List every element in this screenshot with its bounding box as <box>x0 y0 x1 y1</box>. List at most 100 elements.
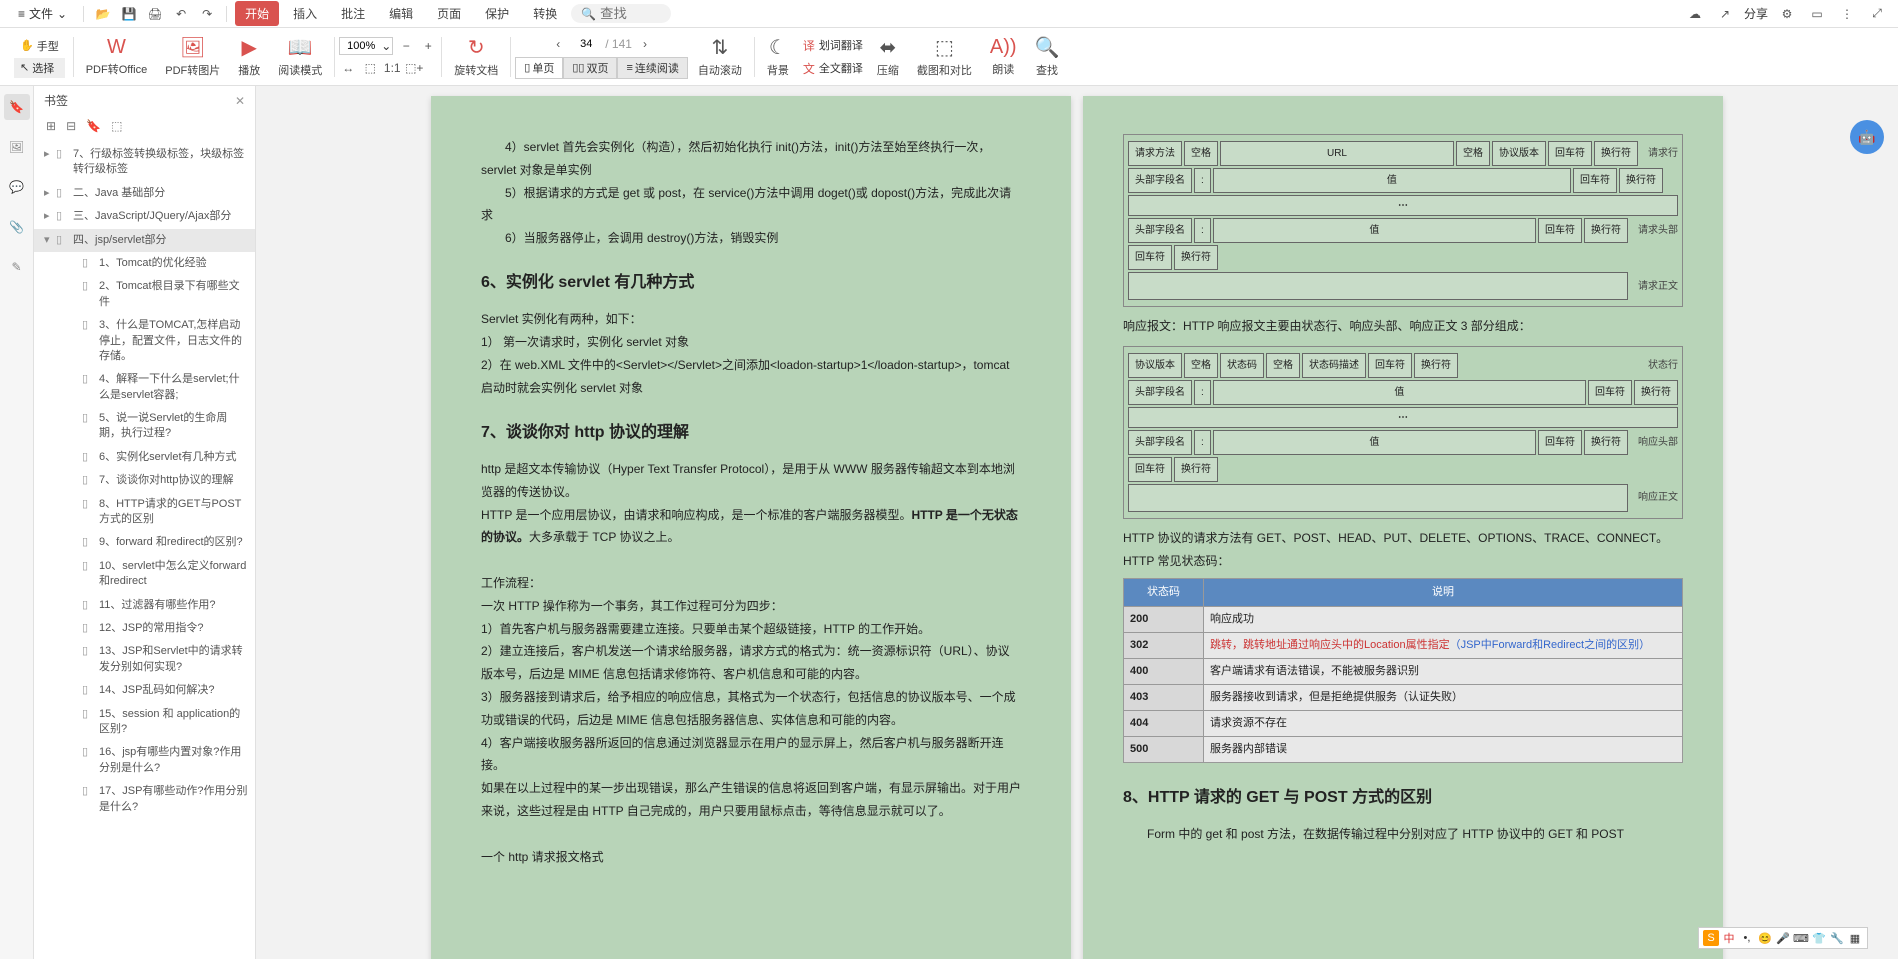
redo-icon[interactable]: ↷ <box>196 3 218 25</box>
tab-insert[interactable]: 插入 <box>283 1 327 26</box>
bookmark-item[interactable]: ▯6、实例化servlet有几种方式 <box>34 446 255 469</box>
bookmark-item[interactable]: ▯12、JSP的常用指令? <box>34 617 255 640</box>
bookmark-item[interactable]: ▯7、谈谈你对http协议的理解 <box>34 469 255 492</box>
bookmark-item[interactable]: ▯8、HTTP请求的GET与POST方式的区别 <box>34 493 255 532</box>
save-icon[interactable]: 💾 <box>118 3 140 25</box>
chevron-down-icon[interactable]: ⌄ <box>381 39 391 53</box>
bookmark-item[interactable]: ▯9、forward 和redirect的区别? <box>34 531 255 554</box>
bookmark-item[interactable]: ▸▯二、Java 基础部分 <box>34 182 255 205</box>
thumbnail-tab-icon[interactable]: 🖼 <box>4 134 30 160</box>
bookmark-item[interactable]: ▯15、session 和 application的区别? <box>34 703 255 742</box>
tab-page[interactable]: 页面 <box>427 1 471 26</box>
read-aloud-button[interactable]: A))朗读 <box>982 34 1025 79</box>
select-tool[interactable]: ↖选择 <box>14 58 65 78</box>
continuous-button[interactable]: ≡连续阅读 <box>617 57 687 79</box>
assistant-float-button[interactable]: 🤖 <box>1850 120 1884 154</box>
expand-all-icon[interactable]: ⊞ <box>46 119 56 133</box>
search-box[interactable]: 🔍 <box>571 4 671 23</box>
fit-width-icon[interactable]: ↔ <box>339 59 357 77</box>
ime-punct-icon[interactable]: •, <box>1739 930 1755 946</box>
compress-button[interactable]: ⬌压缩 <box>869 33 907 80</box>
bookmark-item[interactable]: ▯5、说一说Servlet的生命周期，执行过程? <box>34 407 255 446</box>
expand-icon[interactable]: ▸ <box>44 186 56 201</box>
pdf-to-image-button[interactable]: 🖼PDF转图片 <box>157 33 228 80</box>
hand-tool[interactable]: ✋手型 <box>14 36 65 56</box>
word-translate-button[interactable]: 译划词翻译 <box>799 35 867 56</box>
zoom-out-icon[interactable]: − <box>397 37 415 55</box>
play-button[interactable]: ▶播放 <box>230 33 268 80</box>
bookmark-item[interactable]: ▯13、JSP和Servlet中的请求转发分别如何实现? <box>34 640 255 679</box>
bookmark-item[interactable]: ▯16、jsp有哪些内置对象?作用分别是什么? <box>34 741 255 780</box>
tab-convert[interactable]: 转换 <box>523 1 567 26</box>
settings-icon[interactable]: ⚙ <box>1776 3 1798 25</box>
bookmark-item[interactable]: ▯2、Tomcat根目录下有哪些文件 <box>34 275 255 314</box>
prev-page-icon[interactable]: ‹ <box>549 35 567 53</box>
full-translate-button[interactable]: 文全文翻译 <box>799 58 867 79</box>
ime-lang[interactable]: 中 <box>1721 930 1737 946</box>
bookmark-item[interactable]: ▯17、JSP有哪些动作?作用分别是什么? <box>34 780 255 819</box>
bookmark-item[interactable]: ▯14、JSP乱码如何解决? <box>34 679 255 702</box>
undo-icon[interactable]: ↶ <box>170 3 192 25</box>
zoom-in-icon[interactable]: + <box>419 37 437 55</box>
collapse-all-icon[interactable]: ⊟ <box>66 119 76 133</box>
ime-toolbar[interactable]: S 中 •, 😊 🎤 ⌨ 👕 🔧 ▦ <box>1698 927 1868 949</box>
page-input[interactable] <box>571 38 601 50</box>
tab-comment[interactable]: 批注 <box>331 1 375 26</box>
open-icon[interactable]: 📂 <box>92 3 114 25</box>
share-label[interactable]: 分享 <box>1744 5 1768 22</box>
bookmark-icon[interactable]: ⬚ <box>111 119 122 133</box>
actual-size-icon[interactable]: 1:1 <box>383 59 401 77</box>
ime-mic-icon[interactable]: 🎤 <box>1775 930 1791 946</box>
bookmark-item[interactable]: ▸▯7、行级标签转换级标签，块级标签转行级标签 <box>34 143 255 182</box>
bookmark-item[interactable]: ▾▯四、jsp/servlet部分 <box>34 229 255 252</box>
bookmark-item[interactable]: ▯11、过滤器有哪些作用? <box>34 594 255 617</box>
attachment-tab-icon[interactable]: 📎 <box>4 214 30 240</box>
fit-page-icon[interactable]: ⬚ <box>361 59 379 77</box>
print-icon[interactable]: 🖨 <box>144 3 166 25</box>
close-panel-icon[interactable]: ✕ <box>235 94 245 108</box>
expand-icon[interactable]: ▸ <box>44 147 56 162</box>
bookmark-item[interactable]: ▯10、servlet中怎么定义forward 和redirect <box>34 555 255 594</box>
find-button[interactable]: 🔍查找 <box>1027 33 1068 80</box>
bookmark-tree[interactable]: ▸▯7、行级标签转换级标签，块级标签转行级标签▸▯二、Java 基础部分▸▯三、… <box>34 141 255 959</box>
zoom-combo[interactable]: ⌄ <box>339 37 393 55</box>
ime-keyboard-icon[interactable]: ⌨ <box>1793 930 1809 946</box>
single-page-button[interactable]: ▯单页 <box>515 57 563 79</box>
add-bookmark-icon[interactable]: 🔖 <box>86 119 101 133</box>
ime-toolbox-icon[interactable]: 🔧 <box>1829 930 1845 946</box>
zoom-input[interactable] <box>341 40 381 52</box>
more-icon[interactable]: ⋮ <box>1836 3 1858 25</box>
signature-tab-icon[interactable]: ✎ <box>4 254 30 280</box>
double-page-button[interactable]: ▯▯双页 <box>563 57 617 79</box>
ime-emoji-icon[interactable]: 😊 <box>1757 930 1773 946</box>
bookmark-item[interactable]: ▯1、Tomcat的优化经验 <box>34 252 255 275</box>
comment-tab-icon[interactable]: 💬 <box>4 174 30 200</box>
next-page-icon[interactable]: › <box>636 35 654 53</box>
cloud-icon[interactable]: ☁ <box>1684 3 1706 25</box>
tab-edit[interactable]: 编辑 <box>379 1 423 26</box>
bookmark-tab-icon[interactable]: 🔖 <box>4 94 30 120</box>
read-mode-button[interactable]: 📖阅读模式 <box>270 33 330 80</box>
tab-start[interactable]: 开始 <box>235 1 279 26</box>
ime-skin-icon[interactable]: 👕 <box>1811 930 1827 946</box>
rotate-button[interactable]: ↻旋转文档 <box>446 33 506 80</box>
file-menu-button[interactable]: ≡ 文件 ⌄ <box>10 2 75 25</box>
expand-icon[interactable]: ⤢ <box>1866 3 1888 25</box>
sogou-icon[interactable]: S <box>1703 930 1719 946</box>
bookmark-item[interactable]: ▯4、解释一下什么是servlet;什么是servlet容器; <box>34 368 255 407</box>
marquee-zoom-icon[interactable]: ⬚+ <box>405 59 423 77</box>
pdf-to-office-button[interactable]: WPDF转Office <box>78 34 156 79</box>
window-icon[interactable]: ▭ <box>1806 3 1828 25</box>
share-icon[interactable]: ↗ <box>1714 3 1736 25</box>
document-viewer[interactable]: 4）servlet 首先会实例化（构造），然后初始化执行 init()方法，in… <box>256 86 1898 959</box>
background-button[interactable]: ☾背景 <box>759 33 797 80</box>
expand-icon[interactable]: ▸ <box>44 209 56 224</box>
bookmark-item[interactable]: ▯3、什么是TOMCAT,怎样启动停止，配置文件，日志文件的存储。 <box>34 314 255 368</box>
tab-protect[interactable]: 保护 <box>475 1 519 26</box>
bookmark-item[interactable]: ▸▯三、JavaScript/JQuery/Ajax部分 <box>34 205 255 228</box>
screenshot-button[interactable]: ⬚截图和对比 <box>909 33 980 80</box>
search-input[interactable] <box>600 6 660 21</box>
ime-menu-icon[interactable]: ▦ <box>1847 930 1863 946</box>
auto-scroll-button[interactable]: ⇅自动滚动 <box>690 33 750 80</box>
expand-icon[interactable]: ▾ <box>44 233 56 248</box>
